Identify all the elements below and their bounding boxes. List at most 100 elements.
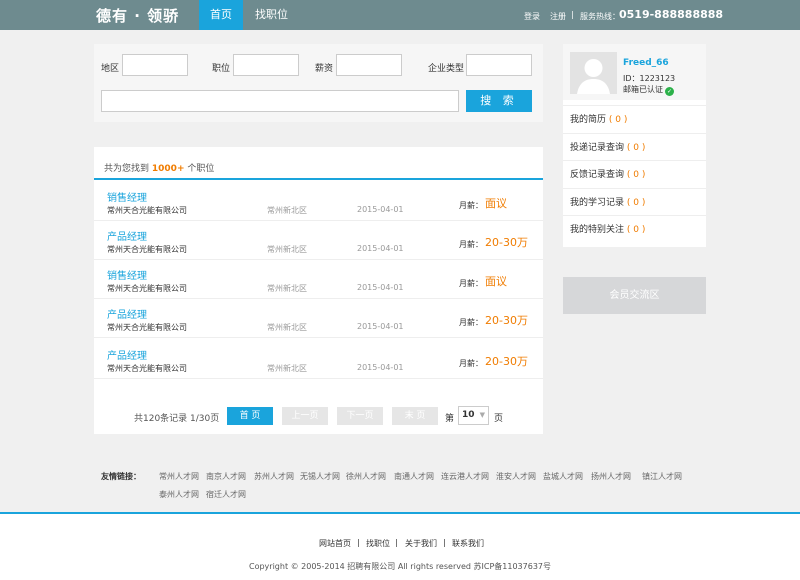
search-button[interactable]: 搜 索 [466, 90, 532, 112]
job-row: 销售经理 常州天合光能有限公司 常州新北区 2015-04-01 月薪： 面议 [94, 182, 543, 221]
friend-link[interactable]: 无锡人才网 [300, 471, 340, 482]
keyword-search-input[interactable] [101, 90, 459, 112]
salary-label: 月薪： [459, 201, 483, 210]
sidebar-item-label: 我的特别关注 [570, 225, 625, 235]
page-select[interactable]: 10 ▼ [458, 406, 489, 425]
sidebar-item-follows[interactable]: 我的特别关注 ( 0 ) [563, 215, 706, 243]
email-verified-label: 邮箱已认证 [623, 85, 663, 94]
email-verified-status: 邮箱已认证 ✓ [623, 84, 674, 96]
nav-home-tab[interactable]: 首页 [199, 0, 243, 30]
username[interactable]: Freed_66 [623, 58, 669, 68]
footer-separator: | [357, 538, 360, 547]
job-salary: 20-30万 [485, 314, 528, 327]
sidebar-item-count: ( 0 ) [626, 143, 646, 153]
friend-link[interactable]: 连云港人才网 [441, 471, 489, 482]
salary-input[interactable] [336, 54, 402, 76]
hotline-label: 服务热线： [580, 12, 620, 21]
site-logo[interactable]: 德有 · 领骄 [96, 5, 179, 26]
results-header: 共为您找到 1000+ 个职位 [94, 147, 543, 180]
prev-page-button[interactable]: 上一页 [282, 407, 328, 425]
header-separator: | [571, 10, 574, 19]
job-location: 常州新北区 [267, 284, 307, 293]
results-summary: 共为您找到 1000+ 个职位 [104, 161, 214, 174]
sidebar-item-count: ( 0 ) [626, 198, 646, 208]
job-location: 常州新北区 [267, 245, 307, 254]
footer-link-contact[interactable]: 联系我们 [452, 538, 484, 549]
job-date: 2015-04-01 [357, 363, 404, 372]
job-title-link[interactable]: 产品经理 [107, 228, 147, 243]
friend-link[interactable]: 苏州人才网 [254, 471, 294, 482]
job-company: 常州天合光能有限公司 [107, 284, 187, 293]
first-page-button[interactable]: 首 页 [227, 407, 273, 425]
sidebar-item-count: ( 0 ) [626, 225, 646, 235]
nav-jobs-tab[interactable]: 找职位 [255, 0, 288, 30]
profile-summary: Freed_66 ID：1223123 邮箱已认证 ✓ [563, 44, 706, 100]
job-salary: 面议 [485, 275, 507, 288]
next-page-button[interactable]: 下一页 [337, 407, 383, 425]
sidebar-item-resume[interactable]: 我的简历 ( 0 ) [563, 105, 706, 133]
site-footer: 网站首页 | 找职位 | 关于我们 | 联系我们 Copyright © 200… [0, 514, 800, 580]
results-count: 1000+ [151, 164, 185, 174]
salary-label: 月薪： [459, 240, 483, 249]
copyright: Copyright © 2005-2014 招聘有限公司 All rights … [248, 562, 551, 571]
last-page-button[interactable]: 末 页 [392, 407, 438, 425]
friend-link[interactable]: 盐城人才网 [543, 471, 583, 482]
sidebar-item-count: ( 0 ) [608, 115, 628, 125]
salary-label: 月薪： [459, 318, 483, 327]
job-row: 产品经理 常州天合光能有限公司 常州新北区 2015-04-01 月薪： 20-… [94, 299, 543, 338]
position-label: 职位 [212, 64, 231, 74]
sidebar-item-label: 反馈记录查询 [570, 170, 625, 180]
register-link[interactable]: 注册 [550, 11, 566, 22]
footer-separator: | [443, 538, 446, 547]
login-link[interactable]: 登录 [524, 11, 540, 22]
friend-link[interactable]: 淮安人才网 [496, 471, 536, 482]
friend-link[interactable]: 徐州人才网 [346, 471, 386, 482]
pager-total: 共120条记录 1/30页 [134, 414, 220, 424]
job-company: 常州天合光能有限公司 [107, 364, 187, 373]
job-date: 2015-04-01 [357, 322, 404, 331]
job-title-link[interactable]: 销售经理 [107, 267, 147, 282]
page-prefix: 第 [445, 414, 455, 424]
region-input[interactable] [122, 54, 188, 76]
sidebar-item-label: 我的简历 [570, 115, 607, 125]
hotline-number: 0519-888888888 [619, 8, 724, 21]
friend-link[interactable]: 扬州人才网 [591, 471, 631, 482]
footer-link-about[interactable]: 关于我们 [405, 538, 437, 549]
sidebar-item-learning[interactable]: 我的学习记录 ( 0 ) [563, 188, 706, 216]
job-company: 常州天合光能有限公司 [107, 245, 187, 254]
job-title-link[interactable]: 产品经理 [107, 347, 147, 362]
company-type-label: 企业类型 [428, 64, 465, 74]
friend-link[interactable]: 常州人才网 [159, 471, 199, 482]
friend-link[interactable]: 南京人才网 [206, 471, 246, 482]
job-date: 2015-04-01 [357, 205, 404, 214]
job-date: 2015-04-01 [357, 283, 404, 292]
company-type-input[interactable] [466, 54, 532, 76]
job-row: 销售经理 常州天合光能有限公司 常州新北区 2015-04-01 月薪： 面议 [94, 260, 543, 299]
sidebar-item-feedback[interactable]: 反馈记录查询 ( 0 ) [563, 160, 706, 188]
sidebar-item-label: 投递记录查询 [570, 143, 625, 153]
search-panel: 地区 职位 薪资 企业类型 搜 索 [94, 44, 543, 122]
avatar[interactable] [570, 52, 617, 94]
salary-label: 月薪： [459, 279, 483, 288]
position-input[interactable] [233, 54, 299, 76]
region-label: 地区 [101, 64, 120, 74]
friend-link[interactable]: 南通人才网 [394, 471, 434, 482]
results-panel: 共为您找到 1000+ 个职位 销售经理 常州天合光能有限公司 常州新北区 20… [94, 147, 543, 434]
job-company: 常州天合光能有限公司 [107, 206, 187, 215]
job-title-link[interactable]: 销售经理 [107, 189, 147, 204]
footer-separator: | [395, 538, 398, 547]
salary-label: 月薪： [459, 359, 483, 368]
job-date: 2015-04-01 [357, 244, 404, 253]
check-icon: ✓ [665, 87, 674, 96]
footer-link-jobs[interactable]: 找职位 [366, 538, 390, 549]
job-salary: 面议 [485, 197, 507, 210]
friend-link[interactable]: 宿迁人才网 [206, 489, 246, 500]
member-forum-button[interactable]: 会员交流区 [563, 277, 706, 314]
job-title-link[interactable]: 产品经理 [107, 306, 147, 321]
footer-link-home[interactable]: 网站首页 [319, 538, 351, 549]
friend-link[interactable]: 镇江人才网 [642, 471, 682, 482]
results-suffix: 个职位 [187, 164, 215, 174]
chevron-down-icon: ▼ [479, 411, 485, 419]
friend-link[interactable]: 泰州人才网 [159, 489, 199, 500]
sidebar-item-applications[interactable]: 投递记录查询 ( 0 ) [563, 133, 706, 161]
